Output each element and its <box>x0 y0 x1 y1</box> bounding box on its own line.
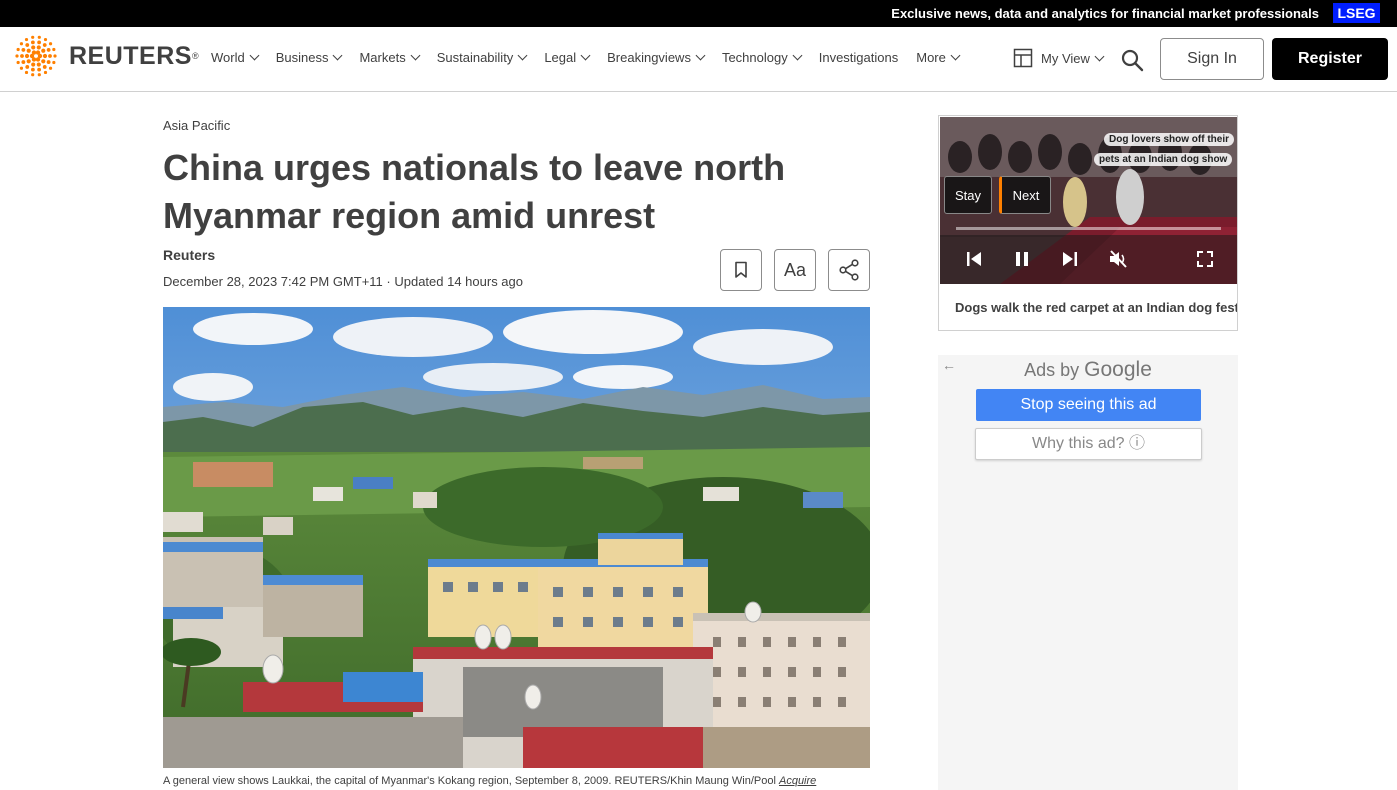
dateline: December 28, 2023 7:42 PM GMT+11 · Updat… <box>163 274 523 289</box>
nav-item-more[interactable]: More <box>916 50 961 65</box>
video-title[interactable]: Dogs walk the red carpet at an Indian do… <box>955 300 1237 315</box>
layout-icon <box>1013 48 1033 68</box>
bookmark-icon <box>735 261 747 278</box>
nav-label: More <box>916 50 946 65</box>
ads-by-label: Ads by <box>1024 360 1080 380</box>
main-nav: World Business Markets Sustainability Le… <box>211 50 977 65</box>
google-label: Google <box>1084 358 1152 381</box>
video-card: Dog lovers show off their pets at an Ind… <box>938 115 1238 331</box>
site-header: REUTERS ® World Business Markets Sustain… <box>0 27 1397 92</box>
nav-item-breakingviews[interactable]: Breakingviews <box>607 50 706 65</box>
nav-label: Legal <box>544 50 577 65</box>
my-view-menu[interactable]: My View <box>1013 48 1105 68</box>
sign-in-button[interactable]: Sign In <box>1160 38 1264 80</box>
ad-container: ← Ads by Google Stop seeing this ad Why … <box>938 355 1238 790</box>
nav-item-markets[interactable]: Markets <box>359 50 421 65</box>
town-landscape-image <box>163 307 870 768</box>
reuters-logo-icon <box>15 35 57 77</box>
video-overlay-tag: Dog lovers show off their <box>1104 133 1235 146</box>
byline[interactable]: Reuters <box>163 247 215 263</box>
nav-item-legal[interactable]: Legal <box>544 50 591 65</box>
my-view-label: My View <box>1041 50 1090 66</box>
chevron-down-icon <box>580 50 591 61</box>
nav-item-sustainability[interactable]: Sustainability <box>436 50 528 65</box>
register-button[interactable]: Register <box>1272 38 1388 80</box>
acquire-link[interactable]: Acquire <box>779 775 816 787</box>
mute-icon[interactable] <box>1108 249 1128 269</box>
promo-bar: Exclusive news, data and analytics for f… <box>0 0 1397 27</box>
nav-label: Technology <box>721 50 788 65</box>
chevron-down-icon <box>410 50 421 61</box>
nav-label: World <box>211 50 245 65</box>
chevron-down-icon <box>333 50 343 61</box>
lseg-badge[interactable]: LSEG <box>1333 3 1380 23</box>
next-button[interactable]: Next <box>999 176 1051 214</box>
bookmark-button[interactable] <box>720 249 762 291</box>
nav-label: Breakingviews <box>607 50 691 65</box>
fullscreen-icon[interactable] <box>1195 249 1215 269</box>
chevron-down-icon <box>792 50 803 61</box>
chevron-down-icon <box>950 50 961 61</box>
photo-caption: A general view shows Laukkai, the capita… <box>163 775 816 787</box>
chevron-down-icon <box>249 50 260 61</box>
search-icon[interactable] <box>1120 48 1144 72</box>
video-overlay-tag: pets at an Indian dog show <box>1094 153 1233 166</box>
nav-item-world[interactable]: World <box>211 50 260 65</box>
stop-seeing-ad-button[interactable]: Stop seeing this ad <box>976 389 1201 421</box>
video-progress-bar[interactable] <box>956 227 1221 230</box>
nav-item-investigations[interactable]: Investigations <box>819 50 899 65</box>
share-button[interactable] <box>828 249 870 291</box>
nav-label: Business <box>275 50 329 65</box>
share-icon <box>839 259 859 281</box>
logo-registered-mark: ® <box>191 51 199 61</box>
nav-label: Markets <box>359 50 406 65</box>
font-size-button[interactable]: Aa <box>774 249 816 291</box>
logo-text: REUTERS <box>69 41 192 70</box>
nav-label: Sustainability <box>436 50 514 65</box>
chevron-down-icon <box>1094 51 1105 61</box>
lead-photo[interactable] <box>163 307 870 768</box>
previous-icon[interactable] <box>964 249 984 269</box>
font-size-label: Aa <box>783 259 807 280</box>
nav-item-technology[interactable]: Technology <box>721 50 803 65</box>
ads-by-google: Ads by Google <box>938 358 1238 382</box>
nav-item-business[interactable]: Business <box>275 50 343 65</box>
reuters-logo[interactable]: REUTERS ® <box>12 33 199 79</box>
nav-label: Investigations <box>818 50 899 65</box>
stay-button[interactable]: Stay <box>944 176 992 214</box>
promo-text[interactable]: Exclusive news, data and analytics for f… <box>891 6 1319 21</box>
next-track-icon[interactable] <box>1060 249 1080 269</box>
video-player[interactable]: Dog lovers show off their pets at an Ind… <box>940 117 1237 284</box>
caption-text: A general view shows Laukkai, the capita… <box>163 775 779 787</box>
chevron-down-icon <box>517 50 528 61</box>
chevron-down-icon <box>695 50 706 61</box>
why-this-ad-button[interactable]: Why this ad? ⓘ <box>975 428 1202 460</box>
section-link[interactable]: Asia Pacific <box>163 118 230 133</box>
pause-icon[interactable] <box>1012 249 1032 269</box>
article-headline: China urges nationals to leave north Mya… <box>163 147 786 236</box>
